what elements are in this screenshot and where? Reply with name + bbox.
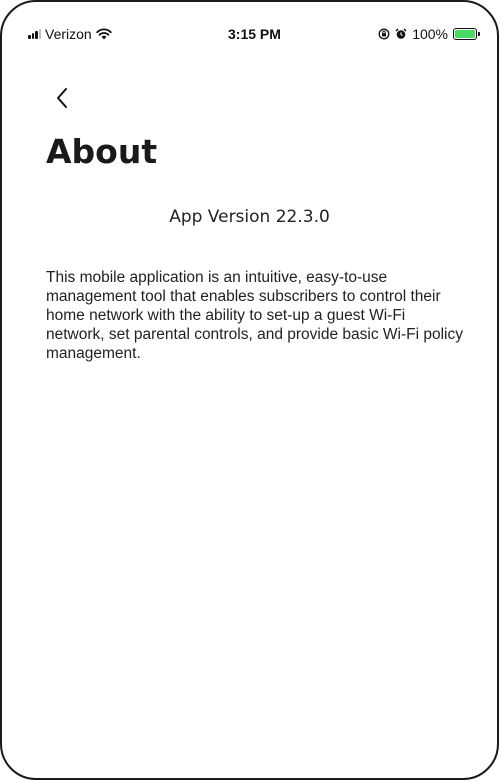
- battery-level-fill: [455, 30, 475, 38]
- wifi-icon: [96, 28, 112, 40]
- app-version-text: App Version 22.3.0: [169, 207, 330, 227]
- battery-charging-icon: [453, 28, 480, 40]
- app-description-text: This mobile application is an intuitive,…: [46, 269, 463, 362]
- signal-bars-icon: [28, 29, 41, 39]
- status-time: 3:15 PM: [228, 26, 281, 42]
- alarm-icon: [395, 28, 407, 39]
- chevron-left-icon: [57, 88, 67, 108]
- status-right: 100%: [378, 26, 480, 42]
- status-bar: Verizon 3:15 PM 100%: [2, 2, 497, 42]
- carrier-label: Verizon: [45, 26, 92, 42]
- battery-percent: 100%: [412, 26, 448, 42]
- back-button[interactable]: [48, 84, 76, 112]
- screen-rotation-lock-icon: [378, 28, 390, 40]
- phone-frame: Verizon 3:15 PM 100% About App Version 2…: [0, 0, 499, 780]
- page-title: About: [46, 132, 158, 171]
- status-left: Verizon: [28, 26, 112, 42]
